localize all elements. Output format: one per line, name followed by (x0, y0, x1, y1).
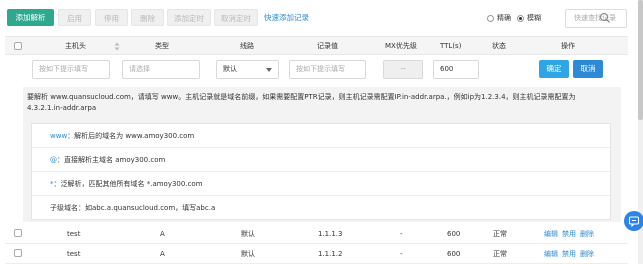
tip-row: 子级域名：如abc.a.quansucloud.com，填写abc.a (32, 196, 610, 220)
ttl-input[interactable]: 600 (433, 60, 479, 79)
cell-mx: - (400, 250, 403, 258)
table-row: test A 默认 1.1.1.3 - 600 正常 编辑 禁用 删除 (5, 224, 628, 244)
header-line: 线路 (240, 42, 254, 50)
header-mx: MX优先级 (385, 42, 417, 50)
line-select-value: 默认 (223, 65, 237, 73)
help-intro-text: 要解析 www.quansucloud.com，请填写 www。主机记录就是域名… (27, 93, 576, 112)
help-panel: 要解析 www.quansucloud.com，请填写 www。主机记录就是域名… (23, 87, 621, 222)
header-status: 状态 (492, 42, 506, 50)
search-icon[interactable] (599, 12, 611, 24)
header-host: 主机头 (65, 42, 86, 50)
search-input[interactable]: 快速查找记录 (565, 9, 627, 28)
tip-text: 子级域名：如abc.a.quansucloud.com，填写abc.a (50, 204, 216, 212)
cell-line: 默认 (241, 230, 255, 238)
sort-icon[interactable] (114, 42, 120, 51)
row-checkbox[interactable] (14, 249, 22, 257)
type-select[interactable]: 请选择 (122, 60, 200, 79)
disable-link[interactable]: 禁用 (562, 224, 576, 244)
tip-text: ：解析后的域名为 www.amoy300.com (67, 132, 195, 140)
scrollbar-thumb[interactable] (638, 0, 643, 120)
tip-row: @：直接解析主域名 amoy300.com (32, 148, 610, 172)
toolbar: 添加解析 启用 停用 删除 添加定时 取消定时 快速添加记录 精确 模糊 快速查… (7, 9, 643, 28)
tip-key: www (50, 132, 68, 140)
record-value-input[interactable]: 按如下提示填写 (289, 60, 366, 79)
host-input[interactable]: 按如下提示填写 (32, 60, 110, 79)
edit-link[interactable]: 编辑 (544, 224, 558, 244)
select-all-checkbox[interactable] (14, 42, 22, 50)
confirm-button[interactable]: 确定 (539, 60, 569, 78)
edit-link[interactable]: 编辑 (544, 244, 558, 264)
delete-button[interactable]: 删除 (131, 9, 164, 26)
tip-row: *：泛解析，匹配其他所有域名 *.amoy300.com (32, 172, 610, 196)
delete-link[interactable]: 删除 (580, 244, 594, 264)
chat-icon (628, 216, 640, 228)
cell-type: A (160, 250, 165, 258)
exact-mode-radio[interactable] (487, 14, 494, 22)
delete-link[interactable]: 删除 (580, 224, 594, 244)
pause-button[interactable]: 停用 (95, 9, 128, 26)
disable-link[interactable]: 禁用 (562, 244, 576, 264)
cell-ttl: 600 (447, 250, 461, 258)
table-row: test A 默认 1.1.1.2 - 600 正常 编辑 禁用 删除 (5, 244, 628, 264)
exact-mode-label: 精确 (497, 14, 511, 22)
cell-type: A (160, 230, 165, 238)
enable-button[interactable]: 启用 (58, 9, 91, 26)
cell-value: 1.1.1.2 (318, 250, 343, 258)
cell-value: 1.1.1.3 (318, 230, 343, 238)
header-ttl: TTL(s) (440, 42, 462, 50)
tips-box: www：解析后的域名为 www.amoy300.com @：直接解析主域名 am… (31, 123, 611, 220)
tip-key: @ (50, 156, 57, 164)
chat-button[interactable] (624, 211, 643, 231)
header-ops: 操作 (561, 42, 575, 50)
cell-host: test (67, 230, 81, 238)
cell-mx: - (400, 230, 403, 238)
cell-status: 正常 (493, 250, 507, 258)
tip-text: ：直接解析主域名 amoy300.com (57, 156, 166, 164)
header-type: 类型 (155, 42, 169, 50)
mx-priority-input: -- (383, 60, 423, 79)
cell-host: test (67, 250, 81, 258)
chevron-down-icon (266, 68, 272, 72)
search-mode-group: 精确 模糊 (487, 13, 541, 23)
cell-line: 默认 (241, 250, 255, 258)
fuzzy-mode-radio[interactable] (517, 14, 524, 22)
quick-add-link[interactable]: 快速添加记录 (264, 9, 309, 26)
table-header: 主机头 类型 线路 记录值 MX优先级 TTL(s) 状态 操作 (5, 36, 628, 55)
cancel-button[interactable]: 取消 (573, 60, 603, 78)
row-checkbox[interactable] (14, 229, 22, 237)
add-schedule-button[interactable]: 添加定时 (167, 9, 211, 26)
fuzzy-mode-label: 模糊 (527, 14, 541, 22)
header-value: 记录值 (317, 42, 338, 50)
line-select[interactable]: 默认 (216, 60, 279, 79)
cancel-schedule-button[interactable]: 取消定时 (214, 9, 258, 26)
add-record-button[interactable]: 添加解析 (7, 9, 54, 26)
cell-ttl: 600 (447, 230, 461, 238)
new-record-row: 按如下提示填写 请选择 默认 按如下提示填写 -- 600 确定 取消 (5, 58, 628, 82)
cell-status: 正常 (493, 230, 507, 238)
tip-text: ：泛解析，匹配其他所有域名 *.amoy300.com (53, 180, 203, 188)
tip-row: www：解析后的域名为 www.amoy300.com (32, 124, 610, 148)
